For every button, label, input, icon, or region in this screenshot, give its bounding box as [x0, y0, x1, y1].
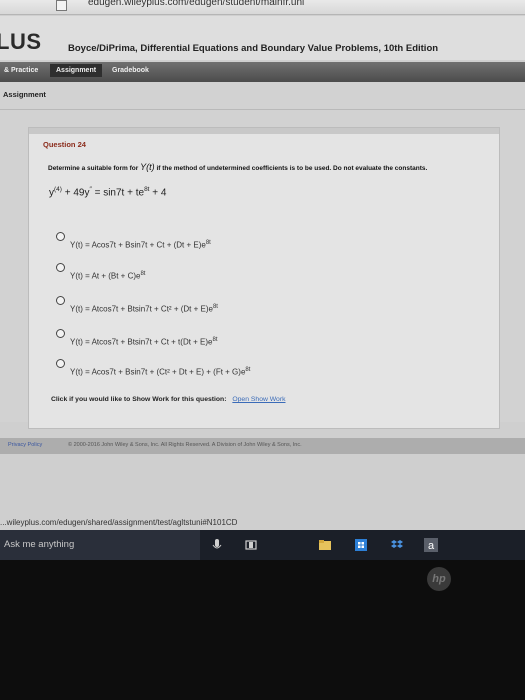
page-title: Assignment — [3, 90, 46, 99]
option-text: Y(t) = Acos7t + Bsin7t + (Ct² + Dt + E) … — [70, 367, 251, 377]
eq-mid: = sin7t + te — [91, 187, 145, 199]
question-card: Question 24 Determine a suitable form fo… — [28, 127, 500, 429]
privacy-policy-link[interactable]: Privacy Policy — [8, 442, 42, 448]
radio-button[interactable] — [56, 359, 65, 368]
eq-lhs1-sup: (4) — [54, 186, 62, 193]
task-view-icon[interactable] — [244, 538, 258, 552]
page-footer: Privacy Policy © 2000-2016 John Wiley & … — [0, 438, 525, 454]
page-body: Assignment Question 24 Determine a suita… — [0, 82, 525, 429]
option-text: Y(t) = At + (Bt + C)e8t — [70, 271, 146, 281]
address-bar[interactable]: edugen.wileyplus.com/edugen/student/main… — [0, 0, 525, 15]
show-work-label: Click if you would like to Show Work for… — [51, 396, 227, 403]
microphone-icon[interactable] — [210, 538, 224, 552]
app-a-icon[interactable]: a — [424, 538, 438, 552]
option-text: Y(t) = Atcos7t + Btsin7t + Ct + t(Dt + E… — [70, 337, 218, 347]
prompt-function: Y(t) — [140, 162, 155, 172]
eq-end: + 4 — [149, 187, 167, 199]
taskbar: Ask me anything a — [0, 530, 525, 560]
dropbox-icon[interactable] — [390, 538, 404, 552]
show-work-row: Click if you would like to Show Work for… — [51, 396, 286, 403]
site-logo: LUS — [0, 29, 42, 54]
svg-text:a: a — [428, 540, 435, 552]
laptop-bezel: hp — [0, 560, 525, 700]
prompt-start: Determine a suitable form for — [48, 165, 139, 172]
address-url[interactable]: edugen.wileyplus.com/edugen/student/main… — [88, 0, 304, 8]
card-top-bar — [29, 128, 499, 134]
status-url: ...wileyplus.com/edugen/shared/assignmen… — [0, 518, 238, 527]
taskbar-search[interactable]: Ask me anything — [0, 530, 200, 560]
tab-practice[interactable]: & Practice — [4, 67, 38, 74]
radio-button[interactable] — [56, 296, 65, 305]
tab-gradebook[interactable]: Gradebook — [112, 67, 149, 74]
copyright-text: © 2000-2016 John Wiley & Sons, Inc. All … — [68, 442, 302, 448]
option-text: Y(t) = Acos7t + Bsin7t + Ct + (Dt + E)e8… — [70, 240, 211, 250]
open-show-work-link[interactable]: Open Show Work — [232, 396, 285, 403]
question-label: Question 24 — [43, 140, 86, 149]
question-prompt: Determine a suitable form for Y(t) if th… — [48, 162, 427, 172]
book-title: Boyce/DiPrima, Differential Equations an… — [68, 43, 439, 54]
store-icon[interactable] — [354, 538, 368, 552]
option-text: Y(t) = Atcos7t + Btsin7t + Ct² + (Dt + E… — [70, 304, 218, 314]
checkbox-icon[interactable] — [56, 0, 67, 11]
site-header: LUS Boyce/DiPrima, Differential Equation… — [0, 16, 525, 60]
search-placeholder[interactable]: Ask me anything — [4, 539, 74, 550]
radio-button[interactable] — [56, 263, 65, 272]
hp-logo-icon: hp — [427, 567, 451, 591]
prompt-end: if the method of undetermined coefficien… — [156, 165, 428, 172]
main-nav: & Practice Assignment Gradebook — [0, 62, 525, 82]
browser-screen: edugen.wileyplus.com/edugen/student/main… — [0, 0, 525, 560]
file-explorer-icon[interactable] — [318, 538, 332, 552]
differential-equation: y(4) + 49y″ = sin7t + te8t + 4 — [49, 186, 166, 198]
tab-assignment[interactable]: Assignment — [50, 64, 103, 77]
radio-button[interactable] — [56, 232, 65, 241]
radio-button[interactable] — [56, 329, 65, 338]
divider — [0, 109, 525, 110]
eq-lhs2: + 49y — [61, 187, 90, 199]
